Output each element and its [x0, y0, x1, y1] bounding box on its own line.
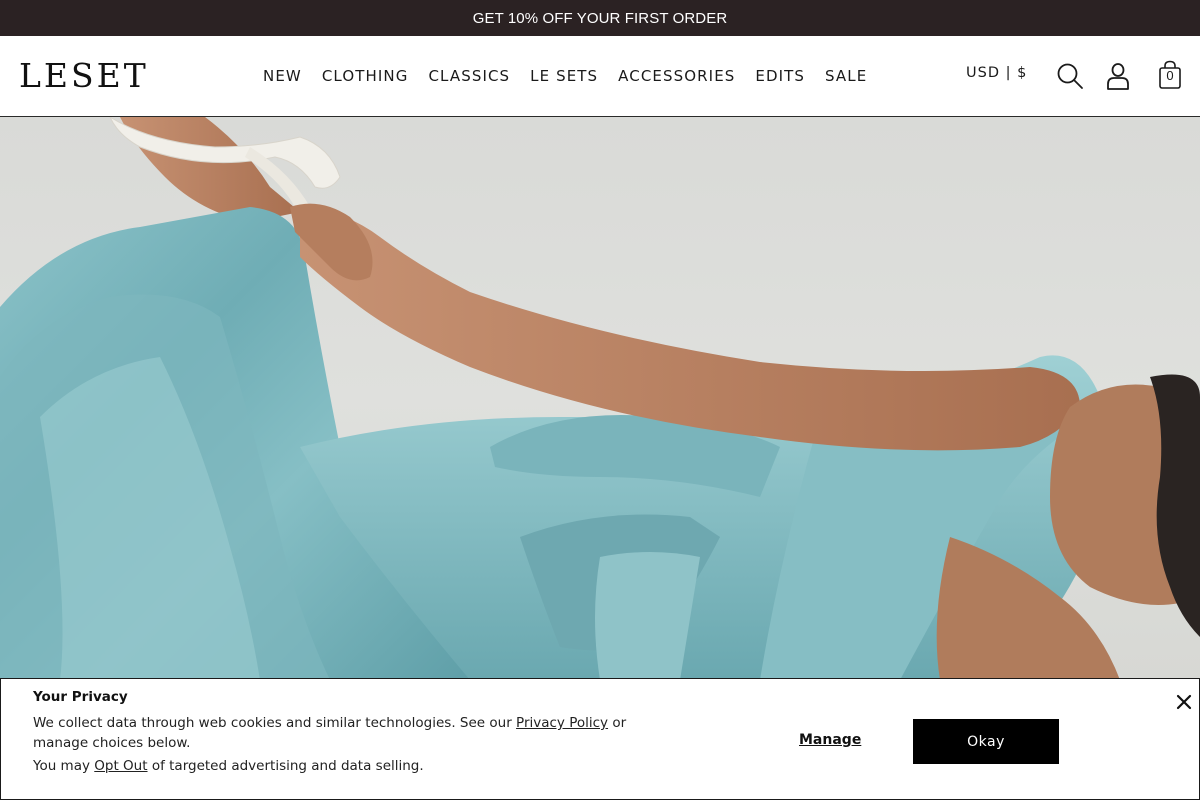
hero-image[interactable] [0, 117, 1200, 680]
privacy-text: We collect data through web cookies and … [33, 713, 673, 776]
nav-item-le-sets[interactable]: LE SETS [530, 67, 598, 85]
brand-logo[interactable]: LESET [19, 56, 149, 96]
announcement-text[interactable]: GET 10% OFF YOUR FIRST ORDER [473, 10, 728, 27]
bag-count: 0 [1166, 68, 1174, 83]
hero-photo [0, 117, 1200, 680]
privacy-policy-link[interactable]: Privacy Policy [516, 715, 608, 731]
main-nav: NEW CLOTHING CLASSICS LE SETS ACCESSORIE… [263, 64, 887, 88]
user-icon[interactable] [1106, 62, 1130, 90]
opt-out-link[interactable]: Opt Out [94, 758, 147, 774]
site-header: LESET NEW CLOTHING CLASSICS LE SETS ACCE… [0, 36, 1200, 117]
close-icon[interactable] [1175, 693, 1193, 711]
privacy-banner: Your Privacy We collect data through web… [0, 678, 1200, 800]
nav-item-new[interactable]: NEW [263, 67, 302, 85]
privacy-line1-prefix: We collect data through web cookies and … [33, 715, 517, 731]
privacy-line2-suffix: of targeted advertising and data selling… [147, 758, 424, 774]
announcement-bar[interactable]: GET 10% OFF YOUR FIRST ORDER [0, 0, 1200, 36]
manage-button[interactable]: Manage [799, 732, 861, 748]
privacy-title: Your Privacy [33, 689, 128, 705]
nav-item-clothing[interactable]: CLOTHING [322, 67, 409, 85]
nav-item-accessories[interactable]: ACCESSORIES [618, 67, 735, 85]
currency-selector[interactable]: USD | $ [966, 65, 1027, 81]
nav-item-edits[interactable]: EDITS [755, 67, 805, 85]
privacy-line2-prefix: You may [33, 758, 95, 774]
nav-item-classics[interactable]: CLASSICS [428, 67, 510, 85]
okay-button[interactable]: Okay [913, 719, 1059, 764]
nav-item-sale[interactable]: SALE [825, 67, 867, 85]
privacy-line2: You may Opt Out of targeted advertising … [33, 756, 673, 776]
search-icon[interactable] [1056, 62, 1084, 90]
shopping-bag-icon[interactable]: 0 [1156, 60, 1184, 90]
